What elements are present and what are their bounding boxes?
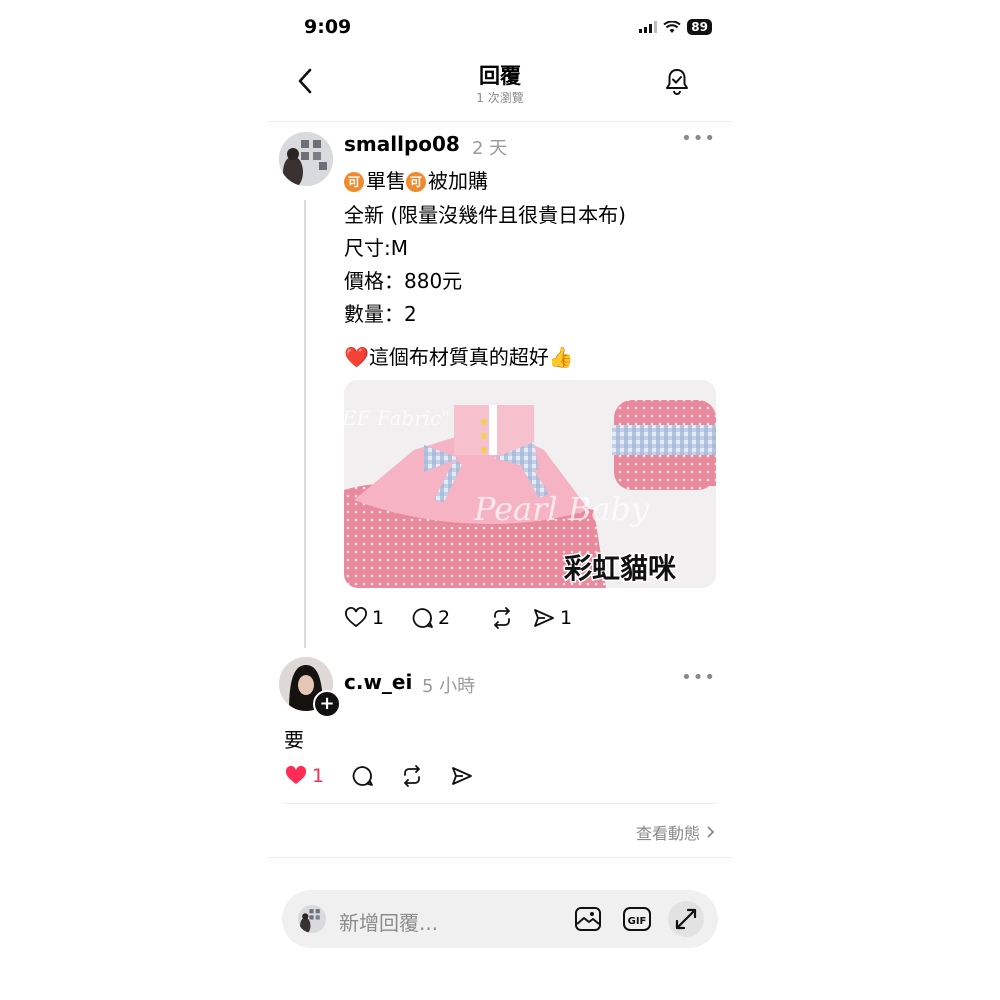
repost-icon xyxy=(404,765,420,787)
share-count: 1 xyxy=(560,607,573,629)
bell-icon[interactable] xyxy=(662,66,692,96)
post-line-3: 尺寸:M xyxy=(344,236,408,260)
comment-count: 2 xyxy=(438,607,451,629)
footer-divider xyxy=(268,857,732,858)
image-watermark-fabric: EF Fabric" xyxy=(344,406,450,430)
expand-icon xyxy=(675,908,697,930)
post-line-4: 價格：880元 xyxy=(344,269,463,293)
post-line-6: ❤️這個布材質真的超好👍 xyxy=(344,345,574,369)
more-icon[interactable]: ••• xyxy=(681,128,716,149)
reply-text: 要 xyxy=(284,728,304,752)
comment-icon xyxy=(412,608,433,628)
heart-icon xyxy=(285,765,307,784)
image-tag: 彩虹貓咪 xyxy=(564,552,676,585)
post-username[interactable]: smallpo08 xyxy=(344,132,460,156)
reply-time: 5 小時 xyxy=(422,676,476,697)
image-icon[interactable] xyxy=(574,905,602,933)
composer-avatar xyxy=(298,905,326,933)
header-divider xyxy=(268,121,732,122)
reply-like-button[interactable]: 1 xyxy=(284,764,350,788)
like-button[interactable]: 1 xyxy=(344,606,410,630)
reply-divider xyxy=(284,803,716,804)
svg-text:GIF: GIF xyxy=(628,916,647,927)
thread-line xyxy=(304,200,306,648)
image-watermark-brand: Pearl Baby xyxy=(473,490,650,528)
orange-badge-icon: 可 xyxy=(406,172,426,192)
reply-share-button[interactable] xyxy=(450,764,490,788)
more-icon[interactable]: ••• xyxy=(681,667,716,688)
avatar-photo xyxy=(279,132,333,186)
post-text: 單售 xyxy=(366,169,406,193)
status-icons: 89 xyxy=(639,19,712,35)
expand-button[interactable] xyxy=(668,901,704,937)
post-actions: 1 2 1 xyxy=(344,606,592,630)
battery-indicator: 89 xyxy=(687,19,712,35)
reply-username[interactable]: c.w_ei xyxy=(344,670,412,694)
signal-icon xyxy=(639,21,658,33)
post-line-5: 數量：2 xyxy=(344,302,417,326)
repost-icon xyxy=(494,607,510,629)
post-line-2: 全新 (限量沒幾件且很貴日本布) xyxy=(344,203,626,227)
composer-avatar-photo xyxy=(298,905,326,933)
reply-like-count: 1 xyxy=(312,765,325,787)
reply-composer[interactable]: 新增回覆... GIF xyxy=(282,890,718,948)
post-time: 2 天 xyxy=(472,138,508,159)
view-activity-link[interactable]: 查看動態 xyxy=(636,820,716,844)
orange-badge-icon: 可 xyxy=(344,172,364,192)
repost-button[interactable] xyxy=(490,606,532,630)
follow-plus-icon[interactable]: + xyxy=(313,690,341,718)
comment-icon xyxy=(352,766,373,786)
share-button[interactable]: 1 xyxy=(532,606,592,630)
view-activity-label: 查看動態 xyxy=(635,824,700,843)
like-count: 1 xyxy=(372,607,385,629)
reply-repost-button[interactable] xyxy=(400,764,450,788)
dress-photo: EF Fabric" Pearl Baby 彩虹貓咪 xyxy=(344,380,716,588)
chevron-right-icon xyxy=(707,826,715,838)
send-icon xyxy=(534,609,554,627)
avatar[interactable] xyxy=(279,132,333,186)
reply-comment-button[interactable] xyxy=(350,764,400,788)
phone-screen: 9:09 89 回覆 1 次瀏覽 smallpo08 2 天 ••• 可 單售 … xyxy=(268,0,732,1000)
send-icon xyxy=(452,767,472,785)
wifi-icon xyxy=(663,20,681,33)
status-time: 9:09 xyxy=(304,16,352,38)
post-line-1: 可單售可被加購 xyxy=(344,165,488,194)
post-image[interactable]: EF Fabric" Pearl Baby 彩虹貓咪 xyxy=(344,380,716,588)
composer-placeholder[interactable]: 新增回覆... xyxy=(339,907,438,936)
heart-icon xyxy=(345,607,367,628)
comment-button[interactable]: 2 xyxy=(410,606,490,630)
reply-actions: 1 xyxy=(284,764,490,788)
gif-icon[interactable]: GIF xyxy=(622,905,652,933)
post-text: 被加購 xyxy=(428,169,488,193)
